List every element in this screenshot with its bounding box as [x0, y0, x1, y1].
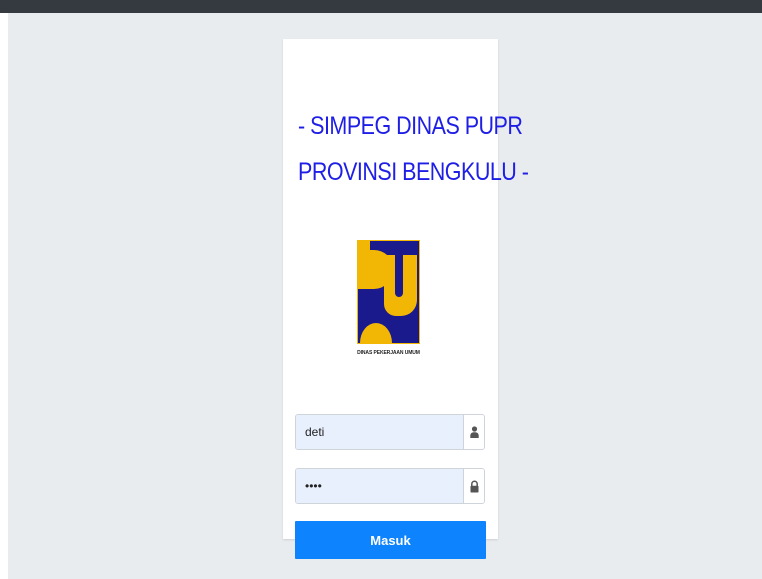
login-button[interactable]: Masuk — [295, 521, 486, 559]
user-icon — [463, 415, 484, 449]
username-field — [295, 414, 485, 450]
password-input[interactable] — [296, 469, 464, 503]
app-title: - SIMPEG DINAS PUPR PROVINSI BENGKULU - — [298, 103, 529, 195]
lock-icon — [463, 469, 484, 503]
app-title-line-2: PROVINSI BENGKULU - — [298, 158, 529, 186]
pupr-logo-emblem — [357, 240, 420, 344]
password-field — [295, 468, 485, 504]
top-bar — [0, 0, 762, 13]
login-card: - SIMPEG DINAS PUPR PROVINSI BENGKULU - … — [283, 39, 529, 559]
logo-caption: DINAS PEKERJAAN UMUM — [357, 350, 420, 356]
username-input[interactable] — [296, 415, 464, 449]
pupr-logo: DINAS PEKERJAAN UMUM — [357, 240, 420, 360]
app-title-line-1: - SIMPEG DINAS PUPR — [298, 112, 523, 140]
